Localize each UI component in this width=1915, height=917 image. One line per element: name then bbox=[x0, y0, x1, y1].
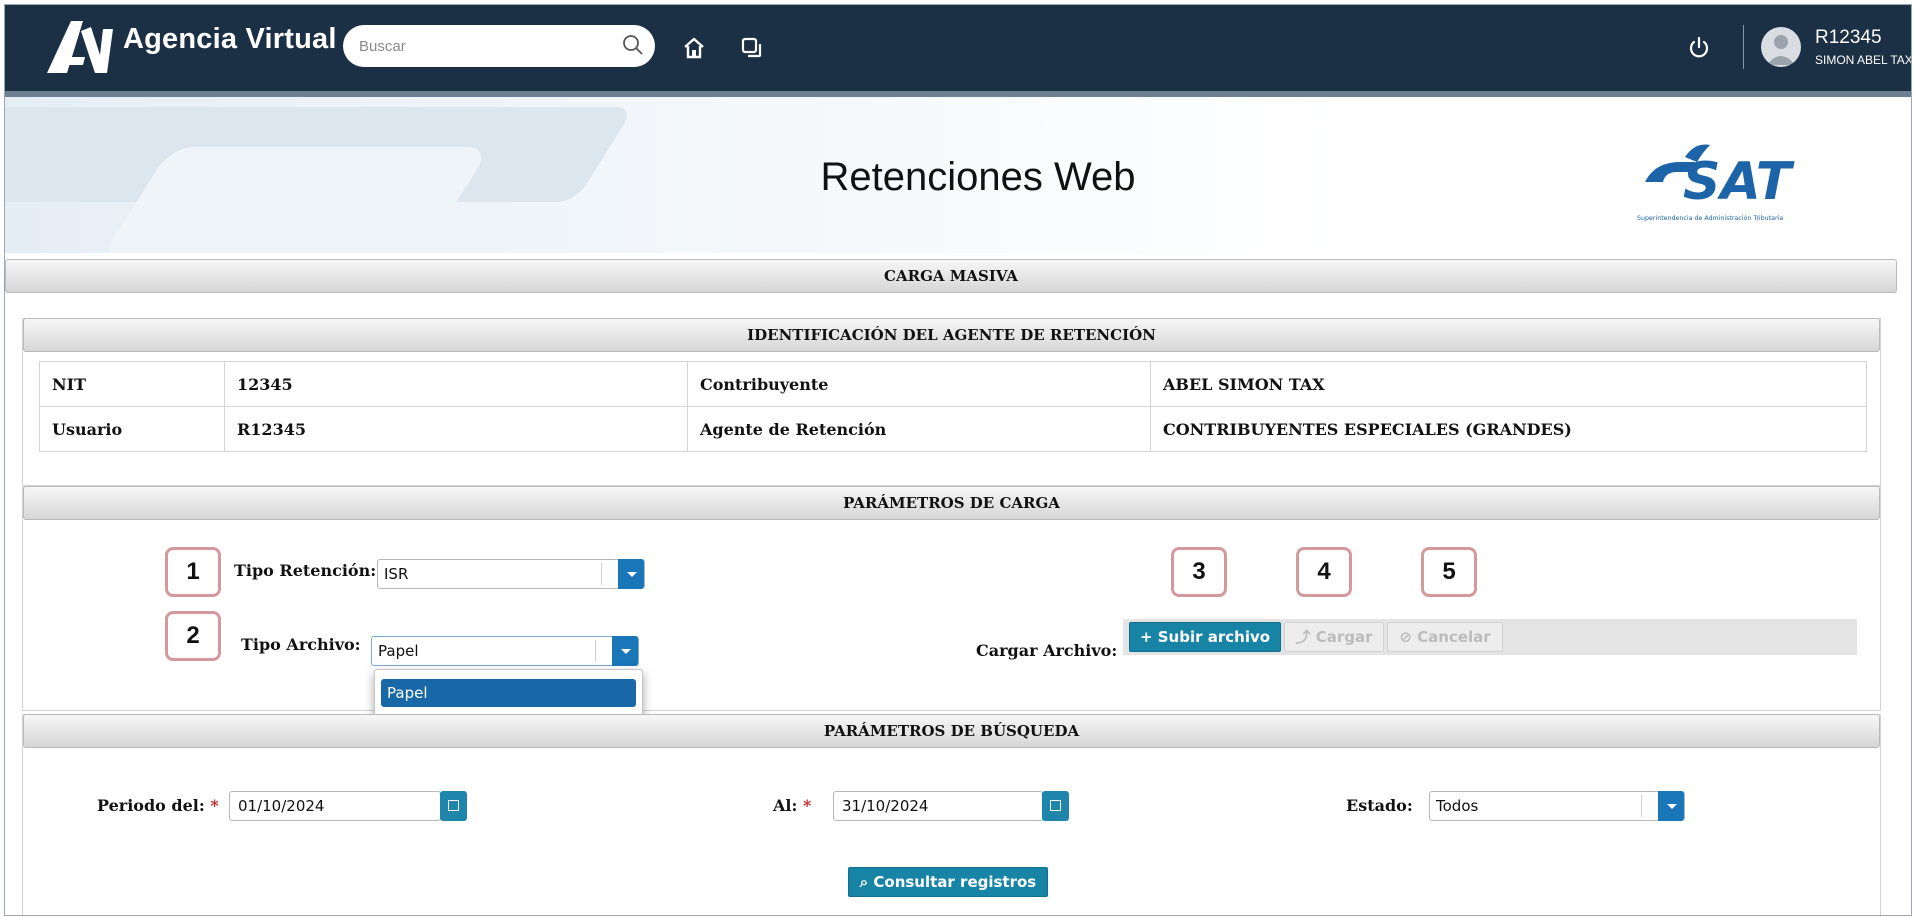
periodo-input[interactable]: 01/10/2024 bbox=[229, 791, 441, 821]
cargar-archivo-label: Cargar Archivo: bbox=[976, 641, 1118, 660]
app-window: Agencia Virtual R1 bbox=[4, 4, 1912, 916]
topbar-divider bbox=[1743, 25, 1744, 69]
sat-logo-subtitle: Superintendencia de Administración Tribu… bbox=[1637, 214, 1783, 222]
usuario-value: R12345 bbox=[224, 406, 688, 452]
select-divider bbox=[1641, 795, 1642, 817]
page-banner: Retenciones Web SAT Superintendencia de … bbox=[5, 97, 1911, 253]
option-papel[interactable]: Papel bbox=[381, 679, 636, 707]
tipo-retencion-label: Tipo Retención: bbox=[234, 561, 377, 580]
user-id: R12345 bbox=[1815, 27, 1882, 48]
avatar[interactable] bbox=[1761, 27, 1801, 67]
app-title: Agencia Virtual bbox=[123, 23, 337, 55]
estado-select[interactable]: Todos bbox=[1429, 791, 1685, 821]
table-row: Usuario R12345 Agente de Retención CONTR… bbox=[39, 406, 1867, 452]
subir-archivo-button[interactable]: + Subir archivo bbox=[1129, 622, 1281, 652]
agente-label: Agente de Retención bbox=[687, 406, 1151, 452]
nit-label: NIT bbox=[39, 361, 225, 407]
agencia-virtual-logo[interactable] bbox=[43, 17, 115, 77]
ident-table: NIT 12345 Contribuyente ABEL SIMON TAX U… bbox=[39, 361, 1867, 452]
user-name: SIMON ABEL TAX bbox=[1815, 53, 1912, 67]
estado-value: Todos bbox=[1436, 797, 1479, 815]
contribuyente-value: ABEL SIMON TAX bbox=[1150, 361, 1867, 407]
agente-value: CONTRIBUYENTES ESPECIALES (GRANDES) bbox=[1150, 406, 1867, 452]
nit-value: 12345 bbox=[224, 361, 688, 407]
al-value: 31/10/2024 bbox=[842, 797, 929, 815]
tipo-archivo-select[interactable]: Papel bbox=[371, 636, 639, 666]
section-identificacion: IDENTIFICACIÓN DEL AGENTE DE RETENCIÓN bbox=[23, 318, 1880, 352]
periodo-label: Periodo del: * bbox=[97, 796, 219, 815]
chevron-down-icon[interactable] bbox=[618, 559, 644, 589]
al-label: Al: * bbox=[773, 796, 811, 815]
select-divider bbox=[601, 563, 602, 585]
marker-4: 4 bbox=[1296, 547, 1352, 597]
calendar-icon[interactable] bbox=[440, 791, 467, 821]
home-icon[interactable] bbox=[681, 35, 707, 61]
marker-2: 2 bbox=[165, 611, 221, 661]
search-icon[interactable] bbox=[621, 33, 645, 57]
marker-1: 1 bbox=[165, 547, 221, 597]
consultar-registros-button[interactable]: ⌕ Consultar registros bbox=[848, 867, 1048, 897]
estado-label: Estado: bbox=[1346, 796, 1413, 815]
search-input[interactable] bbox=[357, 25, 611, 67]
section-carga-masiva: CARGA MASIVA bbox=[5, 259, 1897, 293]
section-parametros-busqueda: PARÁMETROS DE BÚSQUEDA bbox=[23, 714, 1880, 748]
tipo-retencion-value: ISR bbox=[384, 565, 409, 583]
periodo-value: 01/10/2024 bbox=[238, 797, 325, 815]
marker-5: 5 bbox=[1421, 547, 1477, 597]
cancelar-button[interactable]: ⊘ Cancelar bbox=[1387, 622, 1503, 652]
al-input[interactable]: 31/10/2024 bbox=[833, 791, 1043, 821]
windows-icon[interactable] bbox=[739, 35, 765, 61]
usuario-label: Usuario bbox=[39, 406, 225, 452]
tipo-archivo-label: Tipo Archivo: bbox=[241, 635, 361, 654]
section-parametros-carga: PARÁMETROS DE CARGA bbox=[23, 486, 1880, 520]
marker-3: 3 bbox=[1171, 547, 1227, 597]
tipo-retencion-select[interactable]: ISR bbox=[377, 559, 645, 589]
sat-logo: SAT Superintendencia de Administración T… bbox=[1637, 144, 1795, 222]
required-mark: * bbox=[210, 796, 219, 815]
required-mark: * bbox=[802, 796, 812, 815]
user-icon bbox=[1767, 35, 1795, 65]
search-box[interactable] bbox=[343, 25, 655, 67]
tipo-archivo-value: Papel bbox=[378, 642, 419, 660]
sat-logo-text: SAT bbox=[1683, 152, 1795, 212]
top-navbar: Agencia Virtual R1 bbox=[5, 5, 1911, 97]
power-icon[interactable] bbox=[1686, 35, 1712, 61]
cargar-button[interactable]: ⤴ Cargar bbox=[1284, 622, 1384, 652]
al-label-text: Al: bbox=[773, 796, 798, 815]
periodo-label-text: Periodo del: bbox=[97, 796, 205, 815]
calendar-icon[interactable] bbox=[1042, 791, 1069, 821]
table-row: NIT 12345 Contribuyente ABEL SIMON TAX bbox=[39, 361, 1867, 407]
contribuyente-label: Contribuyente bbox=[687, 361, 1151, 407]
chevron-down-icon[interactable] bbox=[612, 636, 638, 666]
select-divider bbox=[595, 640, 596, 662]
page-title: Retenciones Web bbox=[820, 155, 1136, 199]
chevron-down-icon[interactable] bbox=[1658, 791, 1684, 821]
